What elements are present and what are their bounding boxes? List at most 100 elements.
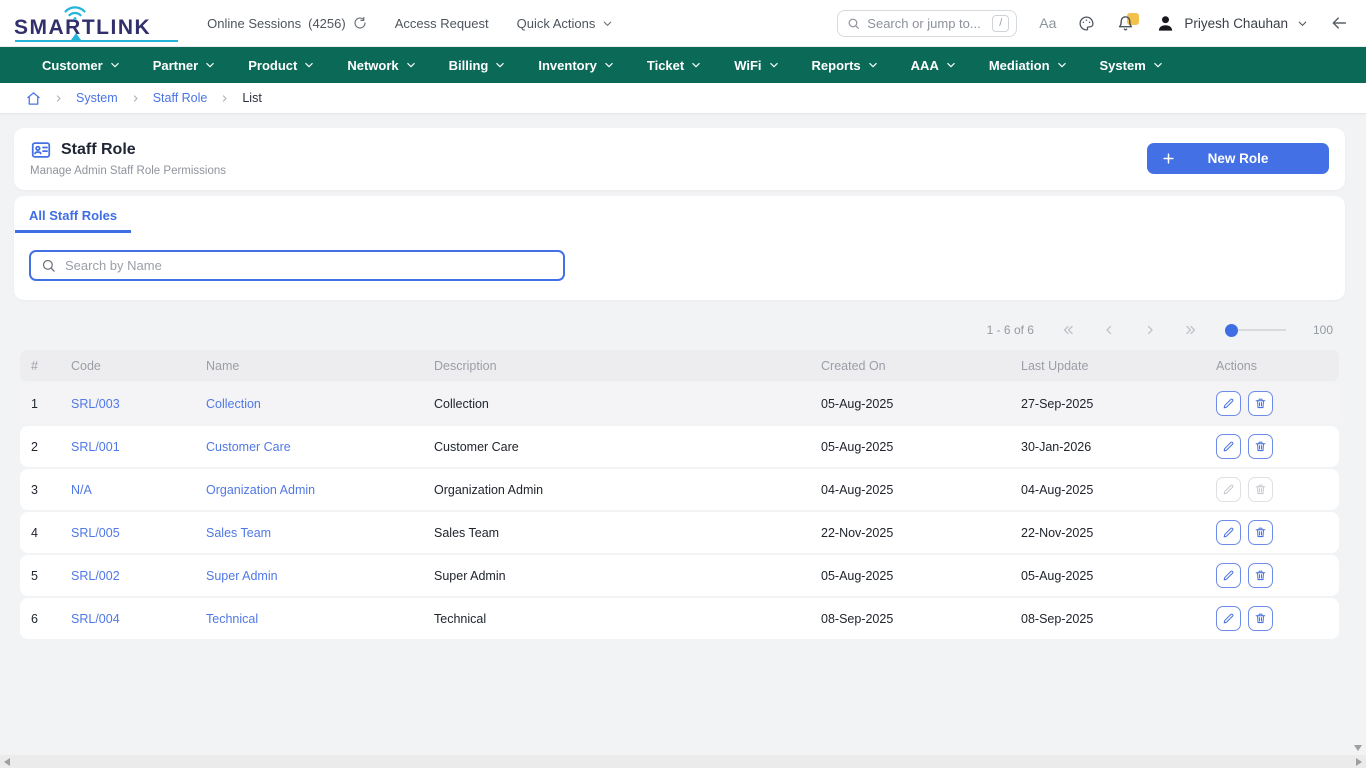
last-update-date: 04-Aug-2025 <box>1021 483 1216 497</box>
row-number: 1 <box>31 397 71 411</box>
nav-item-label: Billing <box>449 58 489 73</box>
scroll-left-arrow-icon[interactable] <box>4 758 10 766</box>
nav-item-wifi[interactable]: WiFi <box>734 58 778 73</box>
user-menu[interactable]: Priyesh Chauhan <box>1156 14 1308 33</box>
edit-button[interactable] <box>1216 391 1241 416</box>
first-page-button[interactable] <box>1061 323 1075 337</box>
nav-item-product[interactable]: Product <box>248 58 314 73</box>
col-name: Name <box>206 359 434 373</box>
table-row[interactable]: 2 SRL/001 Customer Care Customer Care 05… <box>20 426 1339 467</box>
scroll-down-arrow-icon[interactable] <box>1354 745 1362 751</box>
nav-item-reports[interactable]: Reports <box>812 58 878 73</box>
new-role-button[interactable]: New Role <box>1147 143 1329 174</box>
role-code-link[interactable]: SRL/002 <box>71 569 206 583</box>
role-description: Customer Care <box>434 440 821 454</box>
role-name-link[interactable]: Technical <box>206 612 434 626</box>
breadcrumb: System Staff Role List <box>0 83 1366 114</box>
nav-item-ticket[interactable]: Ticket <box>647 58 701 73</box>
row-actions <box>1216 434 1328 459</box>
chevron-down-icon <box>406 60 416 70</box>
role-name-link[interactable]: Sales Team <box>206 526 434 540</box>
edit-button[interactable] <box>1216 434 1241 459</box>
role-name-link[interactable]: Collection <box>206 397 434 411</box>
col-code: Code <box>71 359 206 373</box>
table-row[interactable]: 4 SRL/005 Sales Team Sales Team 22-Nov-2… <box>20 512 1339 553</box>
page-subtitle: Manage Admin Staff Role Permissions <box>30 165 226 177</box>
trash-icon <box>1254 483 1267 496</box>
table-row[interactable]: 1 SRL/003 Collection Collection 05-Aug-2… <box>20 383 1339 424</box>
top-header: SMARTLINK Online Sessions (4256) Access … <box>0 0 1366 47</box>
chevron-down-icon <box>205 60 215 70</box>
nav-item-aaa[interactable]: AAA <box>911 58 956 73</box>
created-on-date: 05-Aug-2025 <box>821 569 1021 583</box>
pagination-range: 1 - 6 of 6 <box>987 323 1034 337</box>
main-content: Staff Role Manage Admin Staff Role Permi… <box>0 114 1366 639</box>
nav-item-label: Customer <box>42 58 103 73</box>
theme-palette-icon[interactable] <box>1078 15 1095 32</box>
nav-item-label: AAA <box>911 58 939 73</box>
table-row[interactable]: 6 SRL/004 Technical Technical 08-Sep-202… <box>20 598 1339 639</box>
pencil-icon <box>1222 526 1235 539</box>
horizontal-scrollbar[interactable] <box>0 755 1366 768</box>
quick-actions-menu[interactable]: Quick Actions <box>517 16 614 31</box>
search-by-name-box[interactable] <box>29 250 565 281</box>
chevron-down-icon <box>946 60 956 70</box>
table-body: 1 SRL/003 Collection Collection 05-Aug-2… <box>20 383 1339 639</box>
delete-button[interactable] <box>1248 434 1273 459</box>
back-arrow-icon[interactable] <box>1330 14 1348 32</box>
breadcrumb-system[interactable]: System <box>76 91 118 105</box>
next-page-button[interactable] <box>1143 323 1157 337</box>
delete-button[interactable] <box>1248 563 1273 588</box>
role-code-link[interactable]: SRL/001 <box>71 440 206 454</box>
role-code-link[interactable]: N/A <box>71 483 206 497</box>
nav-item-partner[interactable]: Partner <box>153 58 216 73</box>
role-code-link[interactable]: SRL/003 <box>71 397 206 411</box>
delete-button[interactable] <box>1248 391 1273 416</box>
tab-all-staff-roles[interactable]: All Staff Roles <box>15 196 131 233</box>
role-code-link[interactable]: SRL/005 <box>71 526 206 540</box>
search-input[interactable] <box>65 258 553 273</box>
smartlink-logo[interactable]: SMARTLINK <box>14 9 151 38</box>
chevron-down-icon <box>304 60 314 70</box>
access-request-link[interactable]: Access Request <box>395 16 489 31</box>
staff-roles-table: # Code Name Description Created On Last … <box>20 350 1339 639</box>
online-sessions[interactable]: Online Sessions (4256) <box>207 16 367 31</box>
nav-item-system[interactable]: System <box>1100 58 1163 73</box>
delete-button[interactable] <box>1248 520 1273 545</box>
nav-item-label: Reports <box>812 58 861 73</box>
notifications-button[interactable] <box>1117 15 1134 32</box>
font-size-toggle[interactable]: Aa <box>1039 15 1056 31</box>
refresh-icon[interactable] <box>353 16 367 30</box>
role-code-link[interactable]: SRL/004 <box>71 612 206 626</box>
edit-button[interactable] <box>1216 606 1241 631</box>
online-sessions-label: Online Sessions <box>207 16 301 31</box>
edit-button[interactable] <box>1216 520 1241 545</box>
nav-item-billing[interactable]: Billing <box>449 58 506 73</box>
nav-item-inventory[interactable]: Inventory <box>538 58 614 73</box>
last-page-button[interactable] <box>1184 323 1198 337</box>
nav-item-customer[interactable]: Customer <box>42 58 120 73</box>
scroll-right-arrow-icon[interactable] <box>1356 758 1362 766</box>
nav-item-label: Mediation <box>989 58 1050 73</box>
wifi-icon <box>61 5 89 21</box>
global-search[interactable]: Search or jump to... / <box>837 10 1017 37</box>
staff-role-badge-icon <box>30 139 52 161</box>
pencil-icon <box>1222 569 1235 582</box>
role-description: Collection <box>434 397 821 411</box>
nav-item-network[interactable]: Network <box>347 58 415 73</box>
previous-page-button[interactable] <box>1102 323 1116 337</box>
breadcrumb-staff-role[interactable]: Staff Role <box>153 91 208 105</box>
table-row[interactable]: 5 SRL/002 Super Admin Super Admin 05-Aug… <box>20 555 1339 596</box>
col-created-on: Created On <box>821 359 1021 373</box>
slider-handle[interactable] <box>1225 324 1238 337</box>
role-name-link[interactable]: Customer Care <box>206 440 434 454</box>
role-name-link[interactable]: Organization Admin <box>206 483 434 497</box>
home-icon[interactable] <box>26 91 41 106</box>
table-row[interactable]: 3 N/A Organization Admin Organization Ad… <box>20 469 1339 510</box>
nav-item-mediation[interactable]: Mediation <box>989 58 1067 73</box>
page-size-slider[interactable] <box>1225 324 1286 337</box>
role-name-link[interactable]: Super Admin <box>206 569 434 583</box>
delete-button[interactable] <box>1248 606 1273 631</box>
edit-button[interactable] <box>1216 563 1241 588</box>
nav-item-label: Partner <box>153 58 199 73</box>
